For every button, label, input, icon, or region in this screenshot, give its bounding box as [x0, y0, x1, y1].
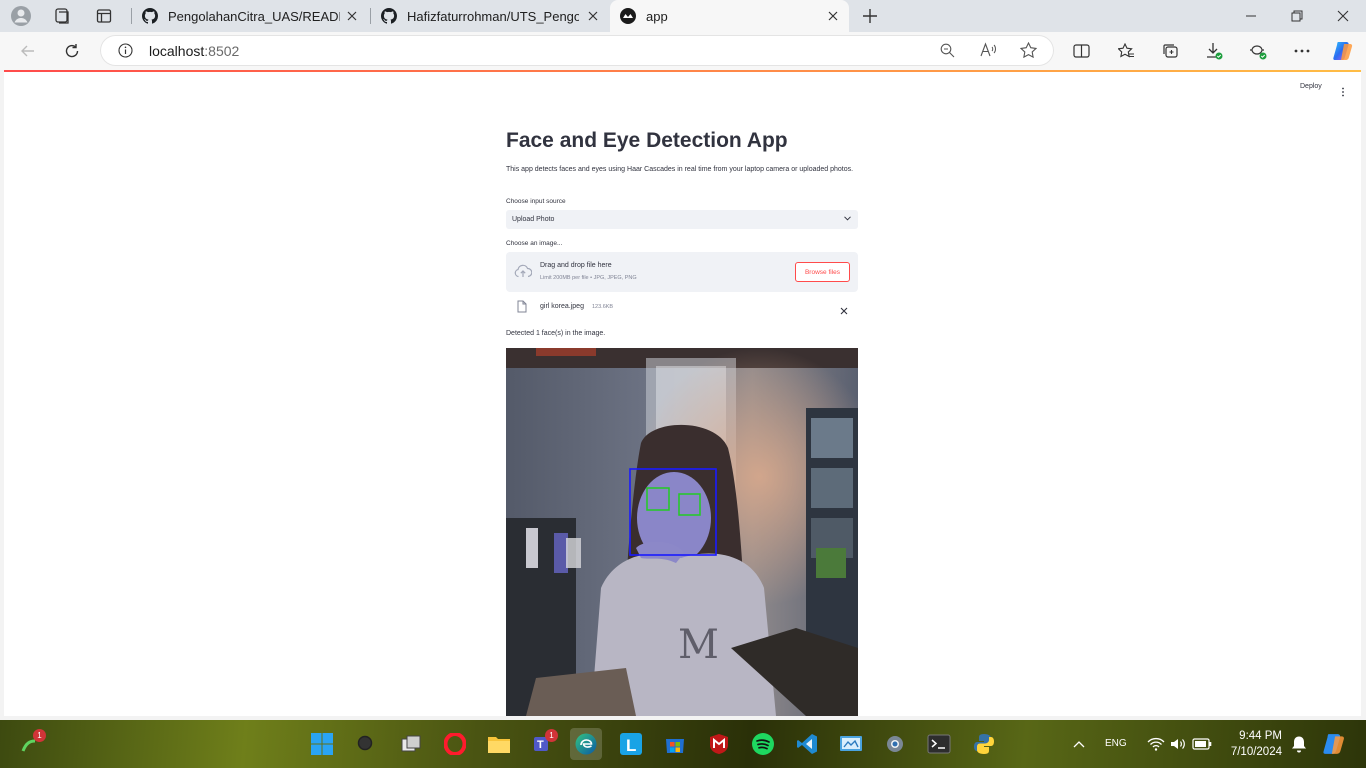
file-icon	[517, 300, 527, 318]
favorite-star-icon[interactable]	[1019, 41, 1038, 63]
battery-icon[interactable]	[1186, 728, 1218, 760]
workspaces-icon[interactable]	[49, 4, 75, 28]
more-menu-icon[interactable]	[1288, 37, 1316, 65]
deploy-button[interactable]: Deploy	[1300, 83, 1322, 90]
file-size: 123.6KB	[592, 304, 614, 310]
control-panel-icon[interactable]	[835, 728, 867, 760]
github-icon	[381, 8, 397, 24]
address-bar[interactable]: localhost:8502	[100, 35, 1054, 66]
edge-icon[interactable]	[570, 728, 602, 760]
collections-icon[interactable]	[1156, 37, 1184, 65]
tab-actions-icon[interactable]	[91, 4, 117, 28]
start-icon[interactable]	[306, 728, 338, 760]
mcafee-icon[interactable]	[703, 728, 735, 760]
tab-title: Hafizfaturrohman/UTS_Pengolah	[407, 8, 579, 24]
github-icon	[142, 8, 158, 24]
page-title: Face and Eye Detection App	[506, 129, 788, 152]
chevron-down-icon	[844, 216, 851, 223]
downloads-icon[interactable]	[1200, 37, 1228, 65]
vscode-icon[interactable]	[791, 728, 823, 760]
site-info-icon[interactable]	[118, 43, 133, 63]
favorites-icon[interactable]	[1112, 37, 1140, 65]
close-icon[interactable]	[825, 8, 841, 24]
browser-essentials-icon[interactable]	[1244, 37, 1272, 65]
streamlit-page: Deploy Face and Eye Detection App This a…	[4, 70, 1361, 716]
file-explorer-icon[interactable]	[483, 728, 515, 760]
svg-text:M: M	[678, 622, 719, 668]
restore-icon[interactable]	[1274, 0, 1320, 32]
new-tab-icon[interactable]	[857, 4, 883, 28]
url-port: :8502	[204, 43, 240, 59]
svg-text:T: T	[537, 739, 544, 751]
uploaded-file-row: girl korea.jpeg 123.6KB	[506, 298, 858, 316]
windows-taskbar: 1 T 1 L ENG 9:44 PM 7/10/2024	[0, 720, 1366, 768]
tab-uts[interactable]: Hafizfaturrohman/UTS_Pengolah	[371, 0, 609, 32]
system-clock[interactable]: 9:44 PM 7/10/2024	[1222, 728, 1282, 760]
url-text: localhost:8502	[149, 43, 239, 59]
detection-result: Detected 1 face(s) in the image.	[506, 330, 606, 337]
browse-files-button[interactable]: Browse files	[795, 262, 850, 282]
dropzone-title: Drag and drop file here	[540, 262, 612, 269]
search-icon[interactable]	[350, 728, 382, 760]
file-name: girl korea.jpeg	[540, 303, 584, 310]
app-description: This app detects faces and eyes using Ha…	[506, 166, 854, 173]
spotify-icon[interactable]	[747, 728, 779, 760]
tab-readme[interactable]: PengolahanCitra_UAS/README.m	[132, 0, 368, 32]
read-aloud-icon[interactable]	[980, 42, 997, 63]
file-dropzone[interactable]: Drag and drop file here Limit 200MB per …	[506, 252, 858, 292]
select-value: Upload Photo	[512, 216, 555, 223]
svg-text:L: L	[626, 736, 636, 755]
l-app-icon[interactable]: L	[615, 728, 647, 760]
uploader-label: Choose an image...	[506, 240, 563, 247]
clock-time: 9:44 PM	[1239, 730, 1282, 742]
input-source-label: Choose input source	[506, 198, 566, 205]
back-icon[interactable]	[14, 37, 42, 65]
main-menu-icon[interactable]	[1341, 84, 1345, 97]
cloud-upload-icon	[514, 264, 533, 283]
detected-photo: M	[506, 348, 858, 716]
decoration-bar	[4, 70, 1361, 72]
input-source-select[interactable]: Upload Photo	[506, 210, 858, 229]
python-icon[interactable]	[968, 728, 1000, 760]
dropzone-limit: Limit 200MB per file • JPG, JPEG, PNG	[540, 275, 637, 281]
clock-date: 7/10/2024	[1230, 746, 1282, 758]
streamlit-icon	[620, 8, 636, 24]
copilot-taskbar-icon[interactable]	[1318, 728, 1350, 760]
terminal-icon[interactable]	[923, 728, 955, 760]
tab-app[interactable]: app	[610, 0, 849, 32]
opera-icon[interactable]	[439, 728, 471, 760]
settings-gear-icon[interactable]	[879, 728, 911, 760]
teams-badge: 1	[545, 729, 558, 742]
browser-window: PengolahanCitra_UAS/README.m Hafizfaturr…	[0, 0, 1366, 768]
microsoft-store-icon[interactable]	[659, 728, 691, 760]
task-view-icon[interactable]	[395, 728, 427, 760]
copilot-icon[interactable]	[1329, 37, 1357, 65]
tab-title: PengolahanCitra_UAS/README.m	[168, 8, 340, 24]
close-icon[interactable]	[585, 8, 601, 24]
minimize-icon[interactable]	[1228, 0, 1274, 32]
show-hidden-icons[interactable]	[1063, 728, 1095, 760]
close-icon[interactable]	[344, 8, 360, 24]
profile-icon[interactable]	[8, 4, 34, 28]
window-close-icon[interactable]	[1320, 0, 1366, 32]
language-indicator[interactable]: ENG	[1105, 738, 1127, 749]
tab-strip: PengolahanCitra_UAS/README.m Hafizfaturr…	[0, 0, 1366, 32]
url-host: localhost	[149, 43, 205, 59]
zoom-icon[interactable]	[940, 43, 955, 63]
remove-file-icon[interactable]	[840, 302, 848, 320]
notification-badge: 1	[33, 729, 46, 742]
refresh-icon[interactable]	[58, 37, 86, 65]
split-screen-icon[interactable]	[1067, 37, 1095, 65]
tab-title: app	[646, 8, 668, 24]
notification-bell-icon[interactable]	[1283, 728, 1315, 760]
browser-toolbar: localhost:8502	[0, 32, 1366, 70]
